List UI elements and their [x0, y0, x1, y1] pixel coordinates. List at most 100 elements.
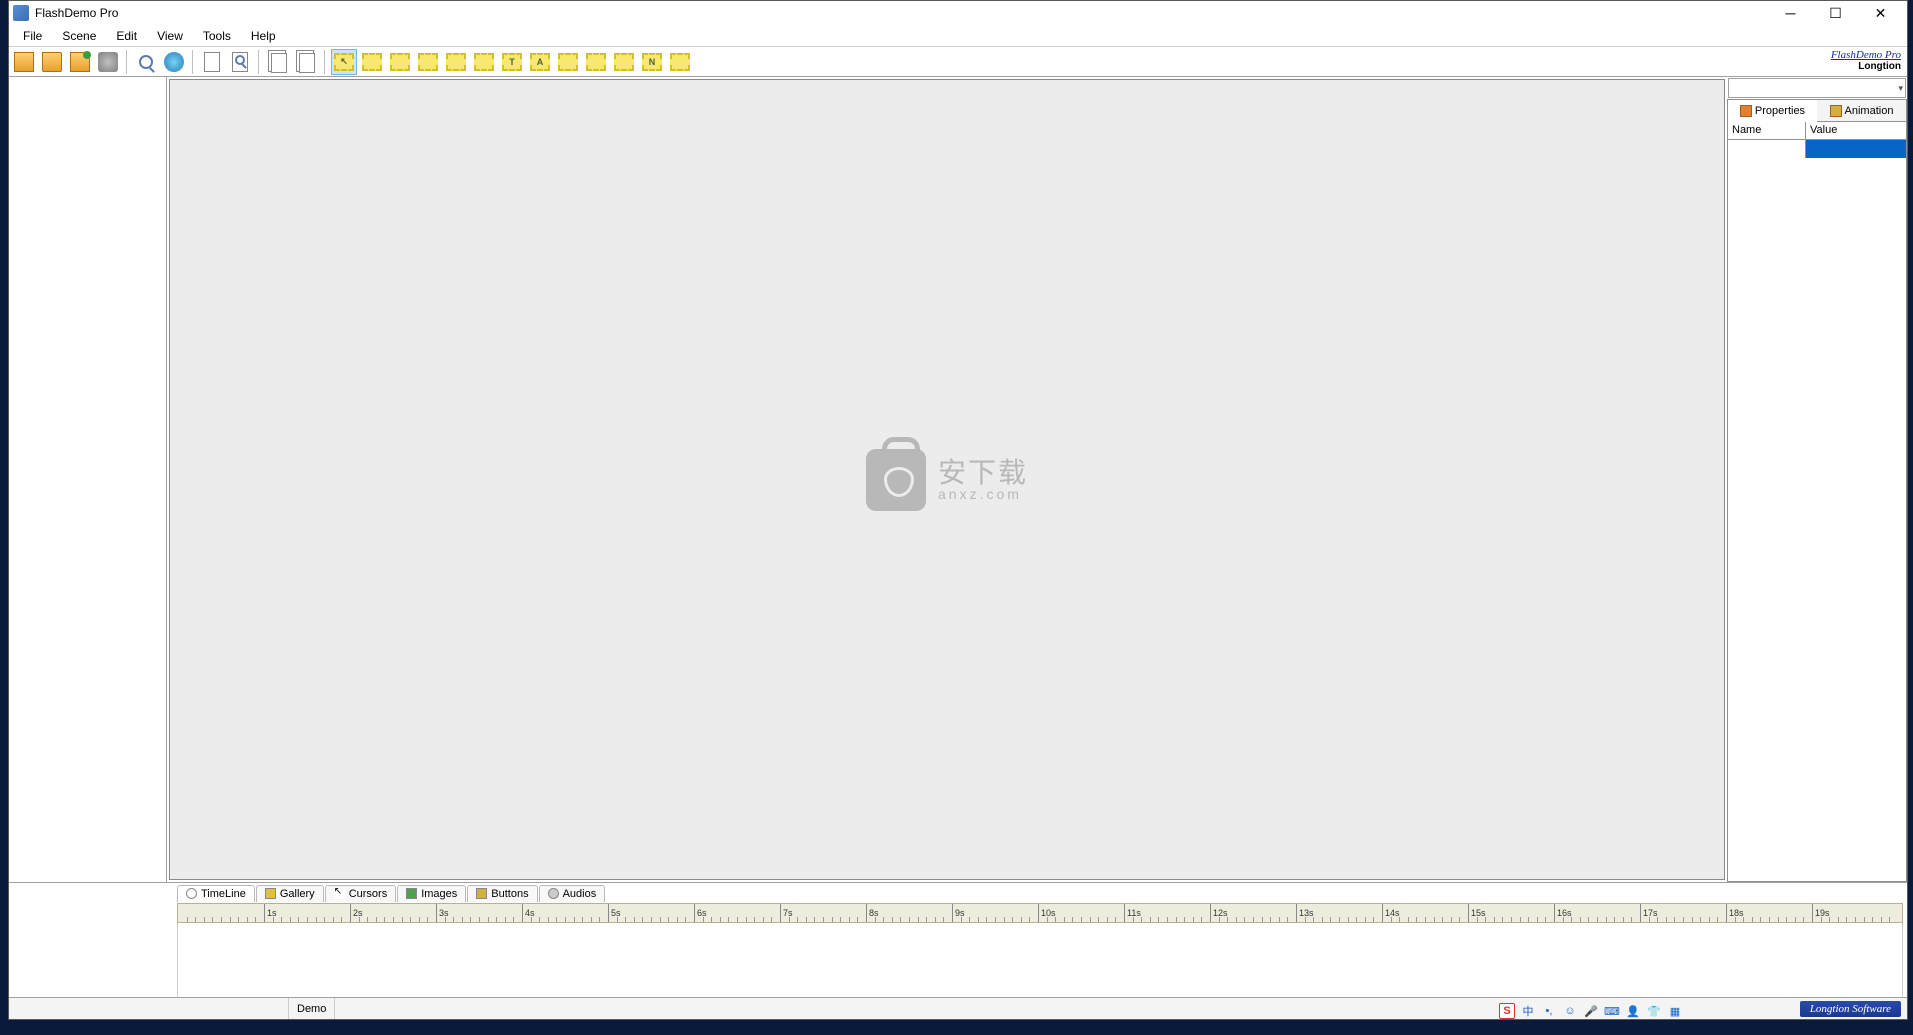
- prop-value-cell[interactable]: [1806, 140, 1906, 158]
- tb-zoom-icon[interactable]: [133, 49, 159, 75]
- prop-name-cell[interactable]: [1728, 140, 1806, 158]
- tab-buttons[interactable]: Buttons: [467, 885, 537, 902]
- menu-help[interactable]: Help: [241, 27, 286, 45]
- watermark-main: 安下载: [938, 459, 1028, 487]
- tb-copy-icon[interactable]: [265, 49, 291, 75]
- canvas-area[interactable]: 安下载 anxz.com: [169, 79, 1725, 880]
- tab-timeline[interactable]: TimeLine: [177, 885, 255, 902]
- prop-col-name[interactable]: Name: [1728, 122, 1806, 139]
- brand-title[interactable]: FlashDemo Pro: [1831, 49, 1901, 61]
- timeline-ruler[interactable]: 1s2s3s4s5s6s7s8s9s10s11s12s13s14s15s16s1…: [177, 903, 1903, 923]
- toolbar-separator: [126, 50, 128, 74]
- properties-row[interactable]: [1728, 140, 1906, 158]
- status-left-pane: [9, 998, 289, 1019]
- ruler-tick: 4s: [522, 904, 535, 922]
- tab-buttons-label: Buttons: [491, 888, 528, 900]
- toolbar: ↖ T A N FlashDemo Pro Longtion: [9, 47, 1907, 77]
- tb-frame-4-icon[interactable]: [443, 49, 469, 75]
- app-icon: [13, 5, 29, 21]
- menu-edit[interactable]: Edit: [106, 27, 147, 45]
- close-button[interactable]: ✕: [1858, 1, 1903, 25]
- menu-tools[interactable]: Tools: [193, 27, 241, 45]
- canvas-watermark: 安下载 anxz.com: [866, 449, 1028, 511]
- tray-grid-icon[interactable]: ▦: [1667, 1003, 1683, 1019]
- tb-frame-8-icon[interactable]: [555, 49, 581, 75]
- app-window: FlashDemo Pro ─ ☐ ✕ File Scene Edit View…: [8, 0, 1908, 1020]
- audio-icon: [548, 888, 559, 899]
- tray-mic-icon[interactable]: 🎤: [1583, 1003, 1599, 1019]
- props-tabs: Properties Animation: [1727, 99, 1907, 122]
- ruler-tick: 5s: [608, 904, 621, 922]
- tb-settings-icon[interactable]: [95, 49, 121, 75]
- maximize-button[interactable]: ☐: [1813, 1, 1858, 25]
- right-panel: Properties Animation Name Value: [1727, 77, 1907, 882]
- tab-animation[interactable]: Animation: [1817, 100, 1906, 122]
- tab-cursors[interactable]: Cursors: [325, 885, 397, 902]
- toolbar-separator: [324, 50, 326, 74]
- tb-frame-n-icon[interactable]: N: [639, 49, 665, 75]
- tab-gallery-label: Gallery: [280, 888, 315, 900]
- bottom-area: TimeLine Gallery Cursors Images Buttons …: [9, 882, 1907, 997]
- menubar: File Scene Edit View Tools Help: [9, 25, 1907, 47]
- ruler-tick: 1s: [264, 904, 277, 922]
- tray-ime-icon[interactable]: 中: [1520, 1003, 1536, 1019]
- tab-properties[interactable]: Properties: [1728, 100, 1817, 122]
- minimize-button[interactable]: ─: [1768, 1, 1813, 25]
- brand-subtitle: Longtion: [1831, 61, 1901, 73]
- tray-keyboard-icon[interactable]: ⌨: [1604, 1003, 1620, 1019]
- tb-preview-icon[interactable]: [227, 49, 253, 75]
- tb-frame-10-icon[interactable]: [611, 49, 637, 75]
- tray-user-icon[interactable]: 👤: [1625, 1003, 1641, 1019]
- tb-paste-icon[interactable]: [293, 49, 319, 75]
- menu-view[interactable]: View: [147, 27, 193, 45]
- tb-frame-text-icon[interactable]: T: [499, 49, 525, 75]
- tray-sogou-icon[interactable]: S: [1499, 1003, 1515, 1019]
- tray-skin-icon[interactable]: 👕: [1646, 1003, 1662, 1019]
- ruler-tick: 2s: [350, 904, 363, 922]
- ruler-tick: 7s: [780, 904, 793, 922]
- tb-frame-12-icon[interactable]: [667, 49, 693, 75]
- ruler-tick: 8s: [866, 904, 879, 922]
- tb-frame-5-icon[interactable]: [471, 49, 497, 75]
- images-icon: [406, 888, 417, 899]
- object-selector-dropdown[interactable]: [1728, 78, 1906, 98]
- tb-frame-2-icon[interactable]: [387, 49, 413, 75]
- tab-images[interactable]: Images: [397, 885, 466, 902]
- tb-new-project-icon[interactable]: [11, 49, 37, 75]
- titlebar: FlashDemo Pro ─ ☐ ✕: [9, 1, 1907, 25]
- scene-tree-panel[interactable]: [9, 77, 167, 882]
- tab-images-label: Images: [421, 888, 457, 900]
- watermark-bag-icon: [866, 449, 926, 511]
- tray-emoji-icon[interactable]: ☺: [1562, 1003, 1578, 1019]
- tb-frame-9-icon[interactable]: [583, 49, 609, 75]
- timeline-body[interactable]: [177, 923, 1903, 997]
- tb-export-icon[interactable]: [67, 49, 93, 75]
- status-right: Longtion Software: [1800, 1001, 1901, 1017]
- longtion-badge[interactable]: Longtion Software: [1800, 1001, 1901, 1017]
- prop-col-value[interactable]: Value: [1806, 122, 1906, 139]
- properties-icon: [1740, 105, 1752, 117]
- ruler-tick: 9s: [952, 904, 965, 922]
- animation-icon: [1830, 105, 1842, 117]
- tray-punct-icon[interactable]: •,: [1541, 1003, 1557, 1019]
- tb-frame-3-icon[interactable]: [415, 49, 441, 75]
- tab-audios-label: Audios: [563, 888, 597, 900]
- clock-icon: [186, 888, 197, 899]
- tab-audios[interactable]: Audios: [539, 885, 606, 902]
- tab-cursors-label: Cursors: [349, 888, 388, 900]
- tb-frame-1-icon[interactable]: [359, 49, 385, 75]
- tb-open-icon[interactable]: [39, 49, 65, 75]
- tab-timeline-label: TimeLine: [201, 888, 246, 900]
- properties-grid: Name Value: [1727, 122, 1907, 882]
- menu-file[interactable]: File: [13, 27, 52, 45]
- tab-gallery[interactable]: Gallery: [256, 885, 324, 902]
- window-controls: ─ ☐ ✕: [1768, 1, 1903, 25]
- tb-newdoc-icon[interactable]: [199, 49, 225, 75]
- tb-frame-select-icon[interactable]: ↖: [331, 49, 357, 75]
- menu-scene[interactable]: Scene: [52, 27, 106, 45]
- tb-web-icon[interactable]: [161, 49, 187, 75]
- system-tray: S 中 •, ☺ 🎤 ⌨ 👤 👕 ▦: [1499, 1003, 1683, 1019]
- ruler-tick: 6s: [694, 904, 707, 922]
- ruler-tick: 3s: [436, 904, 449, 922]
- tb-frame-a-icon[interactable]: A: [527, 49, 553, 75]
